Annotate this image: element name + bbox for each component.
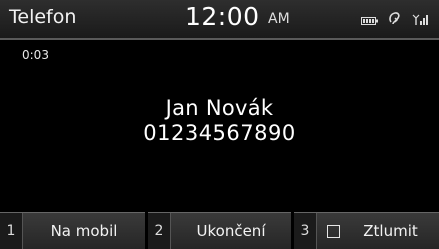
phone-call-screen: Telefon 12:00 AM 0:03 Jan Novák 01234567… (0, 0, 439, 249)
mute-checkbox[interactable] (327, 224, 340, 238)
softkey-label: Ukončení (196, 222, 266, 240)
softkey-number: 1 (0, 213, 23, 249)
softkey-label: Na mobil (50, 222, 118, 240)
transfer-to-mobile-button[interactable]: 1 Na mobil (0, 212, 145, 249)
app-title: Telefon (9, 6, 77, 28)
mute-button[interactable]: 3 Ztlumit (294, 212, 439, 249)
clock-ampm: AM (268, 11, 290, 27)
call-duration: 0:03 (22, 48, 49, 62)
end-call-button[interactable]: 2 Ukončení (148, 212, 291, 249)
contact-name: Jan Novák (165, 96, 274, 120)
softkey-label: Ztlumit (363, 222, 418, 240)
bluetooth-icon (388, 10, 402, 30)
battery-icon (361, 11, 379, 30)
signal-icon (411, 11, 431, 30)
clock-time: 12:00 (185, 2, 260, 31)
phone-number: 01234567890 (143, 121, 296, 145)
softkey-bar: 1 Na mobil 2 Ukončení 3 Ztlumit (0, 212, 439, 249)
softkey-number: 2 (148, 213, 171, 249)
status-icons (361, 10, 431, 30)
softkey-number: 3 (294, 213, 317, 249)
header-bar: Telefon 12:00 AM (0, 0, 439, 40)
